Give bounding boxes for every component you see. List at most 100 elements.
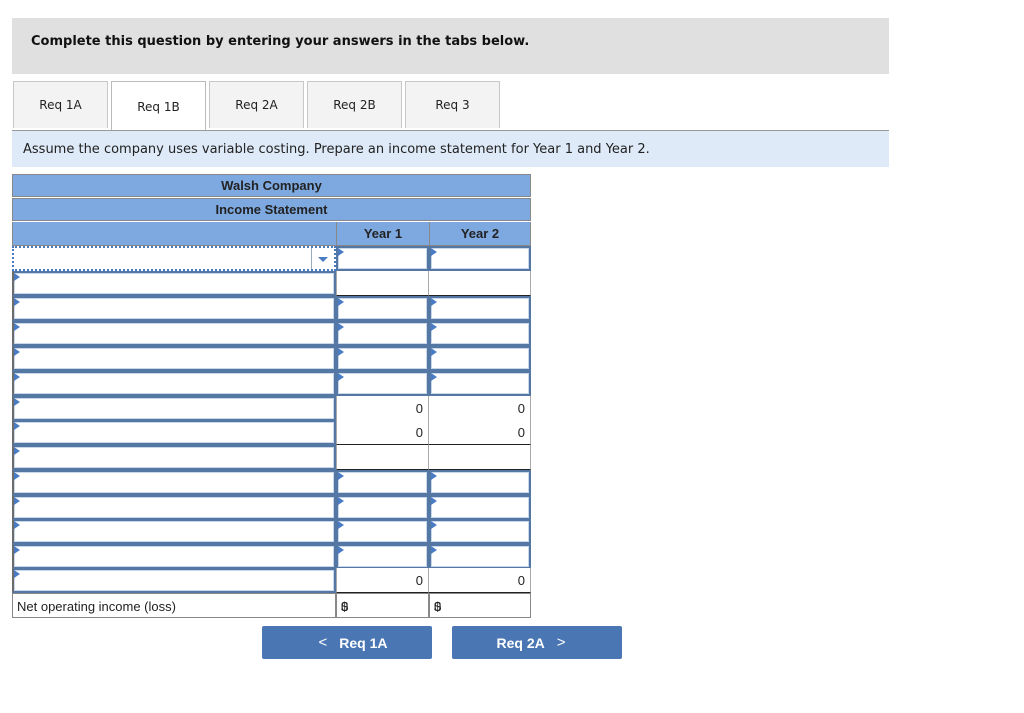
year-2-value xyxy=(429,271,531,296)
year-2-input[interactable] xyxy=(429,246,531,271)
statement-row xyxy=(12,246,531,271)
line-item-label-input[interactable] xyxy=(12,445,336,470)
tab-req-3[interactable]: Req 3 xyxy=(405,81,500,128)
input-marker-icon xyxy=(431,546,437,554)
net-operating-income-row: Net operating income (loss) $0 $0 xyxy=(12,593,531,618)
cell-value: 0 xyxy=(415,401,423,416)
line-item-label-input[interactable] xyxy=(12,396,336,421)
year-2-value: 0 xyxy=(429,396,531,421)
input-marker-icon xyxy=(338,521,344,529)
year-1-input[interactable] xyxy=(336,470,429,495)
cell-value: 0 xyxy=(517,425,525,440)
year-2-header: Year 2 xyxy=(429,222,531,246)
company-name-header: Walsh Company xyxy=(12,174,531,197)
input-marker-icon xyxy=(14,398,20,406)
line-item-label-input[interactable] xyxy=(12,420,336,445)
year-1-input[interactable] xyxy=(336,371,429,396)
input-marker-icon xyxy=(338,373,344,381)
line-item-label-input[interactable] xyxy=(12,321,336,346)
input-marker-icon xyxy=(431,323,437,331)
year-2-value: 0 xyxy=(429,568,531,593)
input-marker-icon xyxy=(431,521,437,529)
tab-req-2a[interactable]: Req 2A xyxy=(209,81,304,128)
statement-row xyxy=(12,544,531,569)
line-item-label-input[interactable] xyxy=(12,495,336,520)
year-2-input[interactable] xyxy=(429,346,531,371)
year-2-input[interactable] xyxy=(429,544,531,569)
year-1-value: 0 xyxy=(336,568,429,593)
line-item-dropdown[interactable] xyxy=(12,246,336,271)
statement-title-header: Income Statement xyxy=(12,198,531,221)
statement-row: 00 xyxy=(12,568,531,593)
year-1-input[interactable] xyxy=(336,246,429,271)
input-marker-icon xyxy=(14,546,20,554)
input-marker-icon xyxy=(14,472,20,480)
input-marker-icon xyxy=(14,373,20,381)
input-marker-icon xyxy=(14,570,20,578)
input-marker-icon xyxy=(14,348,20,356)
input-marker-icon xyxy=(14,422,20,430)
year-2-value: 0 xyxy=(429,420,531,445)
chevron-right-icon: > xyxy=(556,634,566,651)
net-income-year-2: $0 xyxy=(429,593,531,618)
year-2-input[interactable] xyxy=(429,296,531,321)
line-item-label-input[interactable] xyxy=(12,271,336,296)
year-2-input[interactable] xyxy=(429,470,531,495)
statement-row xyxy=(12,321,531,346)
input-marker-icon xyxy=(338,348,344,356)
chevron-left-icon: < xyxy=(318,634,328,651)
input-marker-icon xyxy=(431,248,437,256)
year-1-input[interactable] xyxy=(336,495,429,520)
input-marker-icon xyxy=(431,298,437,306)
statement-row xyxy=(12,271,531,296)
input-marker-icon xyxy=(14,521,20,529)
prompt-banner: Assume the company uses variable costing… xyxy=(12,131,889,167)
tab-req-1a[interactable]: Req 1A xyxy=(13,81,108,128)
prompt-text: Assume the company uses variable costing… xyxy=(23,142,650,157)
year-2-input[interactable] xyxy=(429,321,531,346)
year-2-input[interactable] xyxy=(429,519,531,544)
tab-req-1b[interactable]: Req 1B xyxy=(111,81,206,131)
input-marker-icon xyxy=(338,546,344,554)
statement-row xyxy=(12,296,531,321)
tab-req-2b[interactable]: Req 2B xyxy=(307,81,402,128)
instructions-banner: Complete this question by entering your … xyxy=(12,18,889,74)
statement-row xyxy=(12,470,531,495)
statement-row xyxy=(12,346,531,371)
input-marker-icon xyxy=(338,323,344,331)
line-item-label-input[interactable] xyxy=(12,568,336,593)
cell-value: 0 xyxy=(415,573,423,588)
year-1-input[interactable] xyxy=(336,544,429,569)
input-marker-icon xyxy=(14,323,20,331)
chevron-down-icon[interactable] xyxy=(311,248,334,269)
next-req-2a-button[interactable]: Req 2A > xyxy=(452,626,622,659)
statement-row xyxy=(12,519,531,544)
prev-req-1a-button[interactable]: < Req 1A xyxy=(262,626,432,659)
input-marker-icon xyxy=(14,497,20,505)
statement-row: 00 xyxy=(12,420,531,445)
year-1-input[interactable] xyxy=(336,321,429,346)
input-marker-icon xyxy=(431,348,437,356)
year-1-input[interactable] xyxy=(336,296,429,321)
line-item-label-input[interactable] xyxy=(12,371,336,396)
cell-value: 0 xyxy=(517,401,525,416)
line-item-label-input[interactable] xyxy=(12,544,336,569)
input-marker-icon xyxy=(338,497,344,505)
statement-row xyxy=(12,495,531,520)
line-item-label-input[interactable] xyxy=(12,519,336,544)
year-1-input[interactable] xyxy=(336,519,429,544)
year-1-input[interactable] xyxy=(336,346,429,371)
year-1-value xyxy=(336,445,429,470)
input-marker-icon xyxy=(338,472,344,480)
year-1-value xyxy=(336,271,429,296)
year-2-input[interactable] xyxy=(429,495,531,520)
cell-value: 0 xyxy=(517,573,525,588)
statement-row: 00 xyxy=(12,396,531,421)
line-item-label-input[interactable] xyxy=(12,296,336,321)
net-income-year-1: $0 xyxy=(336,593,429,618)
line-item-label-input[interactable] xyxy=(12,470,336,495)
input-marker-icon xyxy=(14,273,20,281)
line-item-label-input[interactable] xyxy=(12,346,336,371)
net-operating-income-label: Net operating income (loss) xyxy=(12,593,336,618)
year-2-input[interactable] xyxy=(429,371,531,396)
